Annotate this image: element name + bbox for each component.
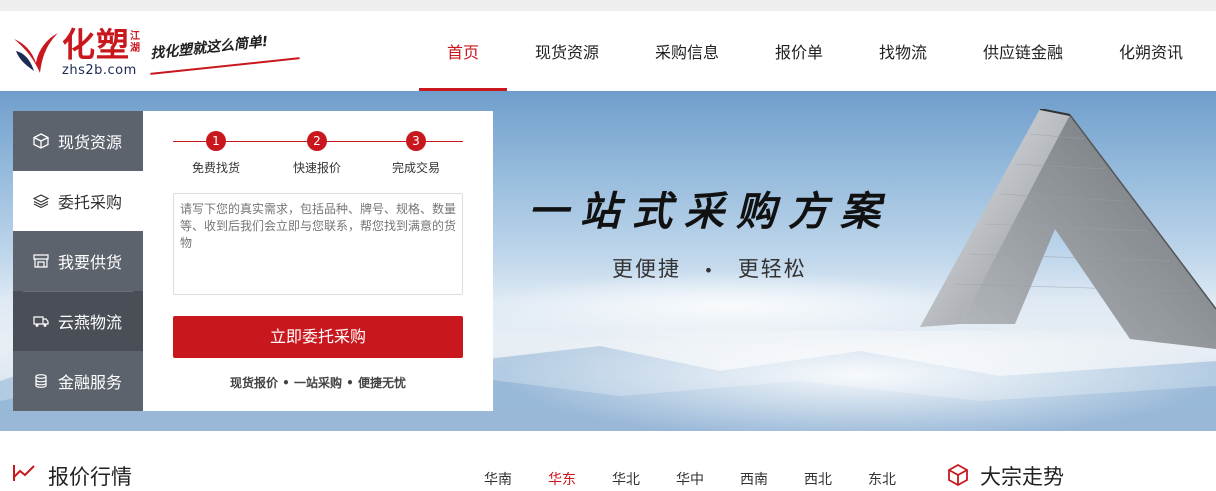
tab-region-northwest[interactable]: 西北 (804, 469, 832, 489)
step-3: 3 完成交易 (376, 131, 456, 176)
concrete-pyramid-image (920, 109, 1216, 349)
sidebar-item-label: 现货资源 (58, 133, 123, 152)
nav-item-purchase-info[interactable]: 采购信息 (644, 11, 730, 91)
subslogan-dot: • (703, 261, 716, 280)
step-label: 完成交易 (391, 161, 440, 175)
sidebar-item-commission-purchase[interactable]: 委托采购 (13, 171, 143, 231)
service-sidebar: 现货资源 委托采购 我要供货 云燕物流 金融服务 (13, 111, 143, 411)
bulk-trend-title: 大宗走势 (980, 465, 1064, 489)
site-logo[interactable]: 化塑 江湖 zhs2b.com 找化塑就这么简单! (12, 25, 302, 87)
tab-region-southwest[interactable]: 西南 (740, 469, 768, 489)
banner-subslogan: 更便捷 • 更轻松 (612, 253, 807, 283)
quotes-section: 报价行情 华南 华东 华北 华中 西南 西北 东北 大宗走势 (0, 431, 1216, 489)
process-steps: 1 免费找货 2 快速报价 3 完成交易 (173, 131, 463, 181)
layers-icon (33, 193, 49, 209)
step-label: 快速报价 (292, 161, 341, 175)
tab-region-northeast[interactable]: 东北 (868, 469, 896, 489)
store-icon (33, 253, 49, 269)
step-2: 2 快速报价 (277, 131, 357, 176)
commission-purchase-button[interactable]: 立即委托采购 (173, 316, 463, 358)
nav-item-quotations[interactable]: 报价单 (764, 11, 834, 91)
sidebar-item-finance[interactable]: 金融服务 (13, 351, 143, 411)
sidebar-item-logistics[interactable]: 云燕物流 (13, 291, 143, 351)
step-number: 2 (307, 131, 327, 151)
sidebar-item-spot-resources[interactable]: 现货资源 (13, 111, 143, 171)
step-1: 1 免费找货 (176, 131, 256, 176)
step-label: 免费找货 (191, 161, 240, 175)
logo-brand: 化塑 (62, 25, 130, 64)
coins-icon (33, 373, 49, 389)
commission-purchase-panel: 1 免费找货 2 快速报价 3 完成交易 立即委托采购 现货报价 • 一站采购 … (143, 111, 493, 411)
subslogan-left: 更便捷 (612, 257, 681, 281)
tab-region-north-china[interactable]: 华北 (612, 469, 640, 489)
quotes-title: 报价行情 (48, 465, 132, 489)
logo-url: zhs2b.com (62, 63, 137, 78)
site-header: 化塑 江湖 zhs2b.com 找化塑就这么简单! 首页 现货资源 采购信息 报… (0, 11, 1216, 91)
nav-item-spot-resources[interactable]: 现货资源 (524, 11, 610, 91)
top-strip (0, 0, 1216, 11)
tab-region-east-china[interactable]: 华东 (548, 469, 576, 489)
sidebar-item-label: 云燕物流 (58, 313, 123, 332)
sidebar-item-supply[interactable]: 我要供货 (13, 231, 143, 291)
logo-sub: 江湖 (130, 31, 140, 54)
truck-icon (33, 313, 49, 329)
requirement-input[interactable] (173, 193, 463, 295)
banner-slogan: 一站式采购方案 (528, 188, 892, 235)
step-number: 1 (206, 131, 226, 151)
trend-line-icon (13, 465, 35, 481)
subslogan-right: 更轻松 (737, 257, 807, 281)
tab-region-south-china[interactable]: 华南 (484, 469, 512, 489)
sidebar-item-label: 委托采购 (58, 193, 123, 212)
nav-item-supply-chain-finance[interactable]: 供应链金融 (974, 11, 1072, 91)
step-number: 3 (406, 131, 426, 151)
logo-bird-icon (14, 33, 58, 73)
cube-icon (33, 133, 49, 149)
cube-outline-icon (948, 463, 968, 487)
sidebar-item-label: 我要供货 (58, 253, 123, 272)
logo-slogan: 找化塑就这么简单! (149, 33, 270, 63)
nav-item-home[interactable]: 首页 (419, 11, 507, 91)
sidebar-item-label: 金融服务 (58, 373, 123, 392)
nav-item-logistics[interactable]: 找物流 (868, 11, 938, 91)
nav-item-news[interactable]: 化朔资讯 (1108, 11, 1194, 91)
tab-region-central-china[interactable]: 华中 (676, 469, 704, 489)
panel-footer-text: 现货报价 • 一站采购 • 便捷无忧 (229, 376, 407, 390)
